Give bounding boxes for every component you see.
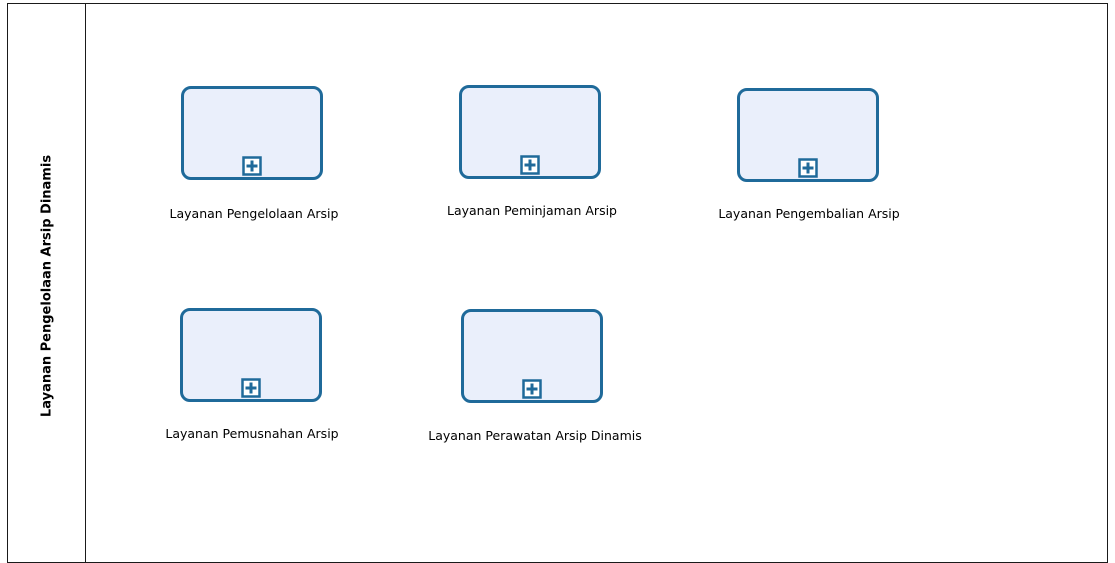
pool-header: Layanan Pengelolaan Arsip Dinamis: [8, 4, 86, 562]
pool-label: Layanan Pengelolaan Arsip Dinamis: [39, 154, 55, 418]
task-label-pengembalian-arsip: Layanan Pengembalian Arsip: [718, 206, 900, 221]
plus-square-icon: [520, 155, 540, 175]
subprocess-pengembalian-arsip[interactable]: [737, 88, 879, 182]
plus-square-icon: [242, 156, 262, 176]
plus-square-icon: [798, 158, 818, 178]
subprocess-peminjaman-arsip[interactable]: [459, 85, 601, 179]
task-label-pemusnahan-arsip: Layanan Pemusnahan Arsip: [165, 426, 339, 441]
task-label-perawatan-arsip-dinamis: Layanan Perawatan Arsip Dinamis: [428, 428, 642, 443]
subprocess-pengelolaan-arsip[interactable]: [181, 86, 323, 180]
plus-square-icon: [241, 378, 261, 398]
subprocess-pemusnahan-arsip[interactable]: [180, 308, 322, 402]
task-label-peminjaman-arsip: Layanan Peminjaman Arsip: [447, 203, 617, 218]
task-label-pengelolaan-arsip: Layanan Pengelolaan Arsip: [169, 206, 339, 221]
plus-square-icon: [522, 379, 542, 399]
subprocess-perawatan-arsip-dinamis[interactable]: [461, 309, 603, 403]
